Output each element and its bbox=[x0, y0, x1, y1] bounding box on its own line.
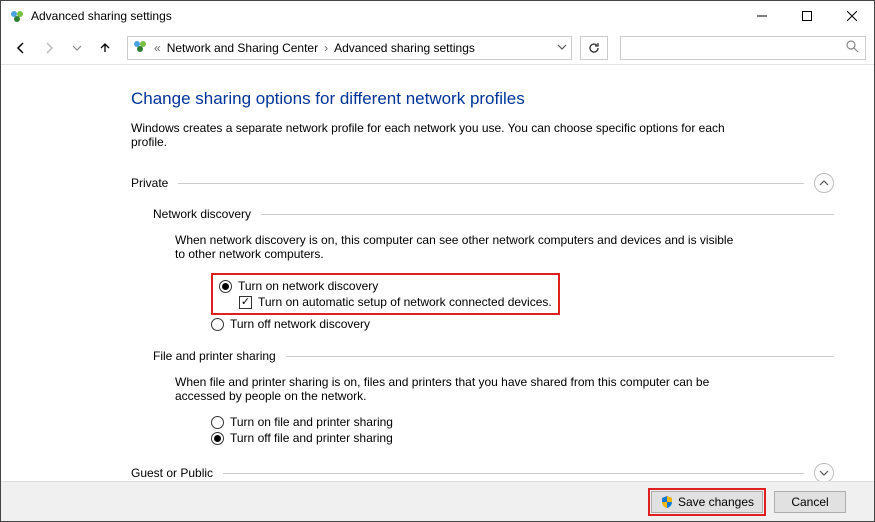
window-title: Advanced sharing settings bbox=[31, 9, 739, 23]
save-changes-button[interactable]: Save changes bbox=[651, 491, 763, 513]
cancel-button[interactable]: Cancel bbox=[774, 491, 846, 513]
page-heading: Change sharing options for different net… bbox=[131, 89, 834, 109]
section-description: When file and printer sharing is on, fil… bbox=[175, 375, 735, 403]
recent-locations-button[interactable] bbox=[65, 36, 89, 60]
option-label: Turn on network discovery bbox=[238, 279, 378, 293]
checkbox-icon bbox=[239, 296, 252, 309]
search-icon bbox=[846, 40, 859, 56]
option-label: Turn off network discovery bbox=[230, 317, 370, 331]
radio-turn-on-file-printer-sharing[interactable]: Turn on file and printer sharing bbox=[211, 415, 834, 429]
up-button[interactable] bbox=[93, 36, 117, 60]
title-bar: Advanced sharing settings bbox=[1, 1, 874, 31]
profile-guest-header[interactable]: Guest or Public bbox=[131, 463, 834, 481]
divider bbox=[223, 473, 804, 474]
search-box[interactable] bbox=[620, 36, 866, 60]
section-title: File and printer sharing bbox=[153, 349, 276, 363]
option-label: Turn on automatic setup of network conne… bbox=[258, 295, 552, 309]
back-button[interactable] bbox=[9, 36, 33, 60]
content-area: Change sharing options for different net… bbox=[1, 65, 874, 481]
profile-label: Private bbox=[131, 176, 168, 190]
radio-icon bbox=[211, 416, 224, 429]
minimize-button[interactable] bbox=[739, 1, 784, 31]
page-description: Windows creates a separate network profi… bbox=[131, 121, 731, 149]
radio-turn-off-network-discovery[interactable]: Turn off network discovery bbox=[211, 317, 834, 331]
radio-icon bbox=[219, 280, 232, 293]
expand-icon[interactable] bbox=[814, 463, 834, 481]
divider bbox=[178, 183, 804, 184]
window-controls bbox=[739, 1, 874, 31]
checkbox-auto-setup[interactable]: Turn on automatic setup of network conne… bbox=[239, 295, 552, 309]
divider bbox=[261, 214, 834, 215]
shield-icon bbox=[660, 495, 674, 509]
navigation-bar: « Network and Sharing Center › Advanced … bbox=[1, 31, 874, 65]
option-label: Turn on file and printer sharing bbox=[230, 415, 393, 429]
network-discovery-section: Network discovery When network discovery… bbox=[153, 207, 834, 331]
network-icon bbox=[132, 38, 148, 57]
breadcrumb-item[interactable]: Advanced sharing settings bbox=[334, 41, 475, 55]
highlight-annotation: Turn on network discovery Turn on automa… bbox=[211, 273, 560, 315]
collapse-icon[interactable] bbox=[814, 173, 834, 193]
button-label: Cancel bbox=[791, 495, 828, 509]
radio-icon bbox=[211, 318, 224, 331]
divider bbox=[286, 356, 834, 357]
chevron-right-icon: › bbox=[324, 41, 328, 55]
file-printer-sharing-section: File and printer sharing When file and p… bbox=[153, 349, 834, 445]
search-input[interactable] bbox=[627, 40, 846, 56]
app-icon bbox=[9, 8, 25, 24]
profile-private-header[interactable]: Private bbox=[131, 173, 834, 193]
address-bar[interactable]: « Network and Sharing Center › Advanced … bbox=[127, 36, 572, 60]
refresh-button[interactable] bbox=[580, 36, 608, 60]
highlight-annotation: Save changes bbox=[648, 488, 766, 516]
breadcrumb-prefix-icon: « bbox=[154, 41, 161, 55]
radio-icon bbox=[211, 432, 224, 445]
radio-turn-on-network-discovery[interactable]: Turn on network discovery bbox=[219, 279, 552, 293]
forward-button[interactable] bbox=[37, 36, 61, 60]
breadcrumb-item[interactable]: Network and Sharing Center bbox=[167, 41, 318, 55]
maximize-button[interactable] bbox=[784, 1, 829, 31]
radio-turn-off-file-printer-sharing[interactable]: Turn off file and printer sharing bbox=[211, 431, 834, 445]
option-label: Turn off file and printer sharing bbox=[230, 431, 393, 445]
button-label: Save changes bbox=[678, 495, 754, 509]
close-button[interactable] bbox=[829, 1, 874, 31]
address-expand-button[interactable] bbox=[557, 41, 567, 55]
footer-bar: Save changes Cancel bbox=[1, 481, 874, 521]
section-title: Network discovery bbox=[153, 207, 251, 221]
section-description: When network discovery is on, this compu… bbox=[175, 233, 735, 261]
profile-label: Guest or Public bbox=[131, 466, 213, 480]
